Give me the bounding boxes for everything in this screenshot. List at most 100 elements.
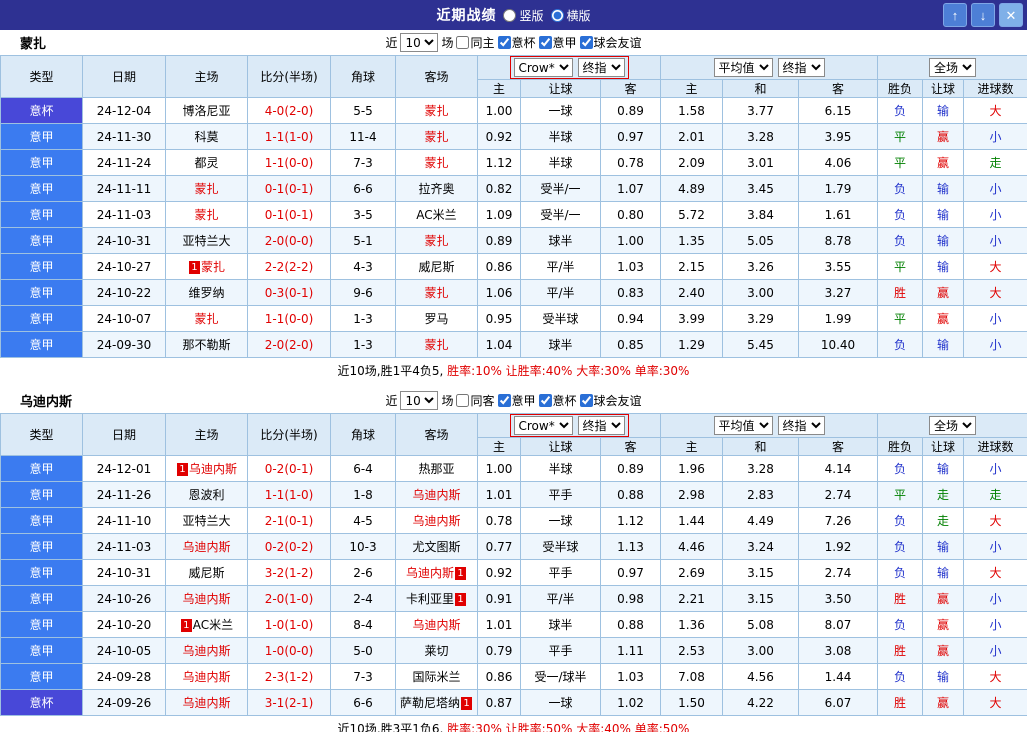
date-cell: 24-10-31 bbox=[82, 559, 166, 586]
ah-away-odds: 1.02 bbox=[600, 689, 661, 716]
red-card-badge: 1 bbox=[455, 593, 466, 606]
close-button[interactable]: ✕ bbox=[999, 3, 1023, 27]
eu-home-odds: 5.72 bbox=[660, 201, 723, 228]
bookmaker-index-select[interactable]: 终指 bbox=[577, 416, 625, 435]
wdl-result-cell: 负 bbox=[877, 201, 924, 228]
summary-line: 近10场,胜1平4负5, 胜率:10% 让胜率:40% 大率:30% 单率:30… bbox=[0, 358, 1027, 384]
europe-avg-select[interactable]: 平均值 bbox=[713, 58, 773, 77]
europe-avg-select[interactable]: 平均值 bbox=[713, 416, 773, 435]
ah-away-odds: 1.00 bbox=[600, 227, 661, 254]
europe-index-select[interactable]: 终指 bbox=[777, 58, 825, 77]
filter-checkbox-input[interactable] bbox=[538, 36, 552, 49]
horizontal-radio-input[interactable] bbox=[550, 8, 564, 22]
column-header: 胜负 bbox=[877, 437, 924, 456]
filter-checkbox[interactable]: 意杯 bbox=[497, 34, 536, 51]
home-team-cell: 蒙扎 bbox=[165, 305, 248, 332]
ah-home-odds: 1.09 bbox=[477, 201, 521, 228]
eu-away-odds: 7.26 bbox=[797, 507, 879, 534]
europe-index-select[interactable]: 终指 bbox=[777, 416, 825, 435]
team-name: 乌迪内斯 bbox=[412, 514, 461, 528]
filter-checkbox-input[interactable] bbox=[497, 36, 511, 49]
up-arrow-icon: ↑ bbox=[951, 7, 959, 23]
team-name: 蒙扎 bbox=[424, 104, 449, 118]
filter-checkbox[interactable]: 同客 bbox=[456, 392, 495, 409]
league-type-cell: 意甲 bbox=[0, 123, 83, 150]
score-cell: 3-1(2-1) bbox=[247, 689, 331, 716]
wdl-result-cell: 负 bbox=[877, 507, 924, 534]
scope-select[interactable]: 全场 bbox=[929, 58, 977, 77]
bookmaker-select[interactable]: Crow* bbox=[513, 416, 573, 435]
team-name: 亚特兰大 bbox=[182, 514, 231, 528]
date-cell: 24-10-07 bbox=[82, 305, 166, 332]
scroll-down-button[interactable]: ↓ bbox=[971, 3, 995, 27]
wdl-result-cell: 平 bbox=[877, 123, 924, 150]
ah-away-odds: 1.03 bbox=[600, 663, 661, 690]
match-row: 意杯 24-12-04 博洛尼亚 4-0(2-0) 5-5 蒙扎 1.00 一球 0.89 1.5… bbox=[0, 97, 1027, 124]
column-header: 日期 bbox=[82, 55, 166, 98]
eu-away-odds: 3.50 bbox=[797, 585, 879, 612]
ah-away-odds: 1.12 bbox=[600, 507, 661, 534]
wdl-result-cell: 胜 bbox=[877, 585, 924, 612]
bookmaker-index-select[interactable]: 终指 bbox=[577, 58, 625, 77]
bookmaker-select[interactable]: Crow* bbox=[513, 58, 573, 77]
eu-draw-odds: 3.28 bbox=[722, 455, 799, 482]
filter-checkbox-input[interactable] bbox=[579, 36, 593, 49]
away-team-cell: 萨勒尼塔纳 1 bbox=[395, 689, 478, 716]
filter-checkbox[interactable]: 同主 bbox=[456, 34, 495, 51]
games-count-select[interactable]: 10 bbox=[400, 391, 439, 410]
filter-checkbox[interactable]: 球会友谊 bbox=[579, 392, 642, 409]
score-cell: 2-3(1-2) bbox=[247, 663, 331, 690]
column-header: 日期 bbox=[82, 413, 166, 456]
filter-checkbox-input[interactable] bbox=[579, 394, 593, 407]
score-cell: 2-0(0-0) bbox=[247, 227, 331, 254]
filter-checkbox[interactable]: 意杯 bbox=[538, 392, 577, 409]
away-team-cell: 乌迪内斯 bbox=[395, 507, 478, 534]
scope-select[interactable]: 全场 bbox=[929, 416, 977, 435]
eu-draw-odds: 2.83 bbox=[722, 481, 799, 508]
filter-checkbox-input[interactable] bbox=[456, 394, 470, 407]
league-type-cell: 意杯 bbox=[0, 689, 83, 716]
europe-odds-dropdowns: 平均值 终指 bbox=[659, 413, 879, 438]
column-header: 角球 bbox=[330, 413, 396, 456]
layout-radio-horizontal[interactable]: 横版 bbox=[550, 7, 591, 24]
ah-home-odds: 0.92 bbox=[477, 559, 521, 586]
column-header: 让球 bbox=[922, 79, 965, 98]
corners-cell: 6-6 bbox=[330, 175, 396, 202]
vertical-radio-input[interactable] bbox=[503, 8, 517, 22]
eu-draw-odds: 4.49 bbox=[722, 507, 799, 534]
match-row: 意甲 24-10-26 乌迪内斯 2-0(1-0) 2-4 卡利亚里 1 0.91 平/半 0.9… bbox=[0, 585, 1027, 612]
filter-checkbox[interactable]: 球会友谊 bbox=[579, 34, 642, 51]
filter-checkbox-input[interactable] bbox=[538, 394, 552, 407]
eu-draw-odds: 3.15 bbox=[722, 585, 799, 612]
team-name: 都灵 bbox=[194, 156, 219, 170]
vertical-radio-label: 竖版 bbox=[519, 8, 544, 23]
score-cell: 4-0(2-0) bbox=[247, 97, 331, 124]
wdl-result-cell: 胜 bbox=[877, 689, 924, 716]
goals-result-cell: 大 bbox=[963, 559, 1027, 586]
eu-away-odds: 1.44 bbox=[797, 663, 879, 690]
games-count-select[interactable]: 10 bbox=[400, 33, 439, 52]
ah-home-odds: 1.00 bbox=[477, 455, 521, 482]
goals-result-cell: 大 bbox=[963, 689, 1027, 716]
layout-radio-vertical[interactable]: 竖版 bbox=[503, 7, 544, 24]
home-team-cell: 亚特兰大 bbox=[165, 507, 248, 534]
scroll-up-button[interactable]: ↑ bbox=[943, 3, 967, 27]
date-cell: 24-09-30 bbox=[82, 331, 166, 358]
match-row: 意甲 24-11-24 都灵 1-1(0-0) 7-3 蒙扎 1.12 半球 0.78 2.09 3… bbox=[0, 149, 1027, 176]
eu-draw-odds: 3.15 bbox=[722, 559, 799, 586]
ah-line: 半球 bbox=[520, 149, 601, 176]
ah-home-odds: 0.87 bbox=[477, 689, 521, 716]
filter-checkbox-input[interactable] bbox=[456, 36, 470, 49]
eu-home-odds: 4.46 bbox=[660, 533, 723, 560]
filter-checkbox-input[interactable] bbox=[497, 394, 511, 407]
eu-home-odds: 1.44 bbox=[660, 507, 723, 534]
date-cell: 24-09-26 bbox=[82, 689, 166, 716]
team-name: 尤文图斯 bbox=[412, 540, 461, 554]
team-name: 蒙扎 bbox=[200, 260, 225, 274]
filter-checkbox[interactable]: 意甲 bbox=[538, 34, 577, 51]
filter-checkbox[interactable]: 意甲 bbox=[497, 392, 536, 409]
eu-home-odds: 1.58 bbox=[660, 97, 723, 124]
red-card-badge: 1 bbox=[180, 619, 192, 632]
goals-result-cell: 小 bbox=[963, 455, 1027, 482]
red-card-badge: 1 bbox=[188, 261, 200, 274]
